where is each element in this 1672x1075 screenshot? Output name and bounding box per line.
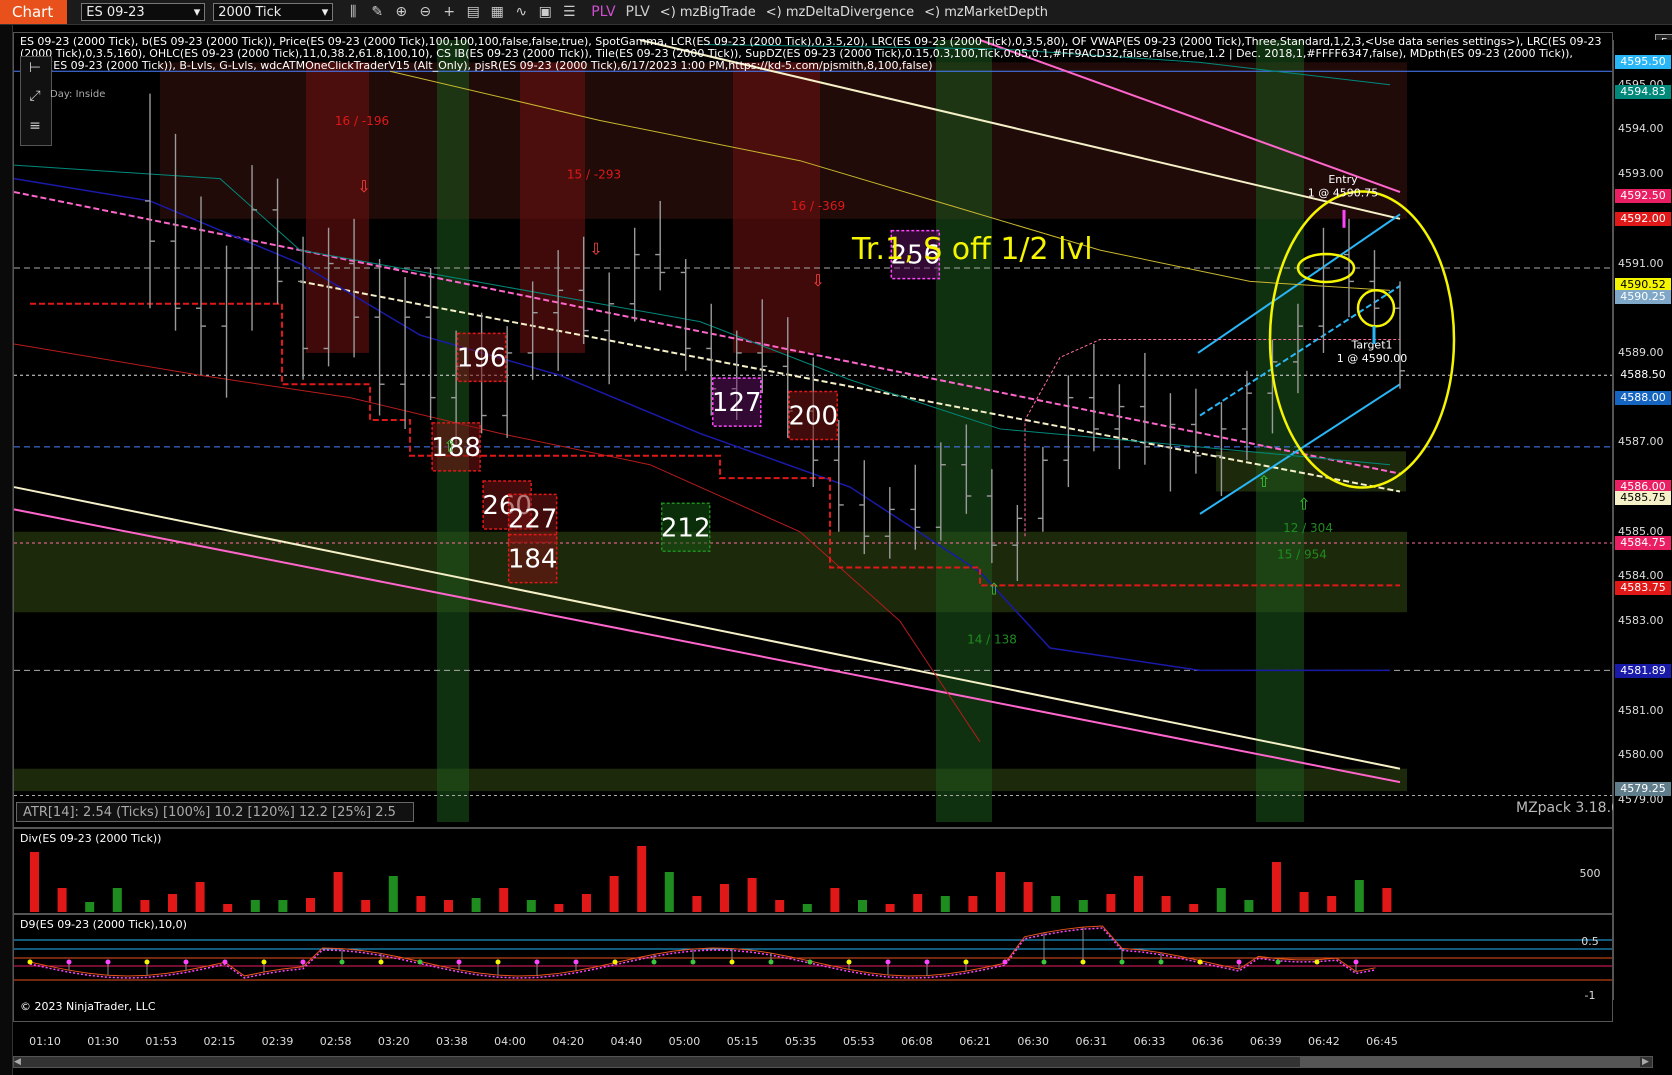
time-axis-tick: 05:15 — [726, 1035, 759, 1048]
price-axis-tick: 4580.00 — [1618, 748, 1664, 762]
price-flag: 4592.50 — [1615, 189, 1671, 204]
scroll-right-icon[interactable]: ▶ — [1642, 1057, 1652, 1067]
time-axis-tick: 04:00 — [494, 1035, 526, 1048]
price-flag: 4581.89 — [1615, 663, 1671, 678]
time-axis-tick: 01:53 — [145, 1035, 178, 1048]
mzpack-version: MZpack 3.18.6 — [1516, 800, 1620, 816]
time-axis-tick: 06:42 — [1308, 1035, 1340, 1048]
price-pane — [13, 32, 1613, 828]
time-axis-tick: 05:00 — [668, 1035, 701, 1048]
time-axis-tick: 06:21 — [959, 1035, 991, 1048]
time-axis-tick: 06:36 — [1191, 1035, 1224, 1048]
day-type-label: Day: Inside — [50, 89, 106, 100]
price-flag: 4594.83 — [1615, 85, 1671, 100]
price-flag: 4595.50 — [1615, 55, 1671, 70]
time-axis-tick: 06:33 — [1133, 1035, 1166, 1048]
scrollbar-thumb[interactable] — [1300, 1057, 1640, 1067]
time-axis-tick: 06:08 — [901, 1035, 933, 1048]
move-icon[interactable]: ⤢ — [22, 88, 48, 108]
price-flag: 4579.25 — [1615, 781, 1671, 796]
div-pane-title: Div(ES 09-23 (2000 Tick)) — [20, 832, 162, 845]
price-flag: 4588.50 — [1615, 368, 1671, 383]
price-axis-tick: 4593.00 — [1618, 167, 1664, 181]
price-axis-tick: 4581.00 — [1618, 703, 1664, 717]
time-axis-tick: 06:39 — [1249, 1035, 1282, 1048]
price-flag: 4585.75 — [1615, 491, 1671, 506]
time-axis-tick: 01:30 — [87, 1035, 119, 1048]
div-pane — [13, 828, 1613, 914]
atr-readout: ATR[14]: 2.54 (Ticks) [100%] 10.2 [120%]… — [16, 802, 414, 822]
ruler-icon[interactable]: ⊢ — [22, 60, 48, 80]
scroll-left-icon[interactable]: ◀ — [14, 1057, 24, 1067]
time-axis-tick: 04:20 — [552, 1035, 585, 1048]
time-axis-tick: 04:40 — [610, 1035, 643, 1048]
indicator-list: ES 09-23 (2000 Tick), b(ES 09-23 (2000 T… — [20, 35, 1605, 72]
time-axis-tick: 03:20 — [377, 1035, 410, 1048]
price-flag: 4590.25 — [1615, 290, 1671, 305]
time-axis-tick: 02:58 — [319, 1035, 352, 1048]
menu-icon[interactable]: ≡ — [22, 118, 48, 138]
price-axis-tick: 4591.00 — [1618, 256, 1664, 270]
price-axis[interactable]: 4595.00 4594.00 4593.00 4591.00 4589.00 4587.… — [1613, 40, 1672, 1000]
time-axis-tick: 03:38 — [436, 1035, 468, 1048]
price-axis-tick: 4589.00 — [1618, 345, 1664, 359]
time-axis-tick: 05:53 — [842, 1035, 875, 1048]
price-axis-tick: 4594.00 — [1618, 122, 1664, 136]
price-axis-tick: 4587.00 — [1618, 435, 1664, 449]
time-axis-tick: 02:15 — [203, 1035, 236, 1048]
time-axis-tick: 06:31 — [1075, 1035, 1108, 1048]
price-flag: 4588.00 — [1615, 390, 1671, 405]
d9-pane-title: D9(ES 09-23 (2000 Tick),10,0) — [20, 918, 187, 931]
time-axis-tick: 06:30 — [1017, 1035, 1050, 1048]
time-axis-tick: 06:45 — [1366, 1035, 1398, 1048]
price-flag: 4592.00 — [1615, 211, 1671, 226]
copyright-label: © 2023 NinjaTrader, LLC — [20, 1000, 156, 1013]
price-flag: 4583.75 — [1615, 580, 1671, 595]
price-axis-tick: 4583.00 — [1618, 614, 1664, 628]
d9-pane — [13, 914, 1613, 1022]
time-axis-tick: 01:10 — [29, 1035, 61, 1048]
price-flag: 4584.75 — [1615, 535, 1671, 550]
time-axis-tick: 05:35 — [784, 1035, 817, 1048]
time-axis-tick: 02:39 — [261, 1035, 294, 1048]
